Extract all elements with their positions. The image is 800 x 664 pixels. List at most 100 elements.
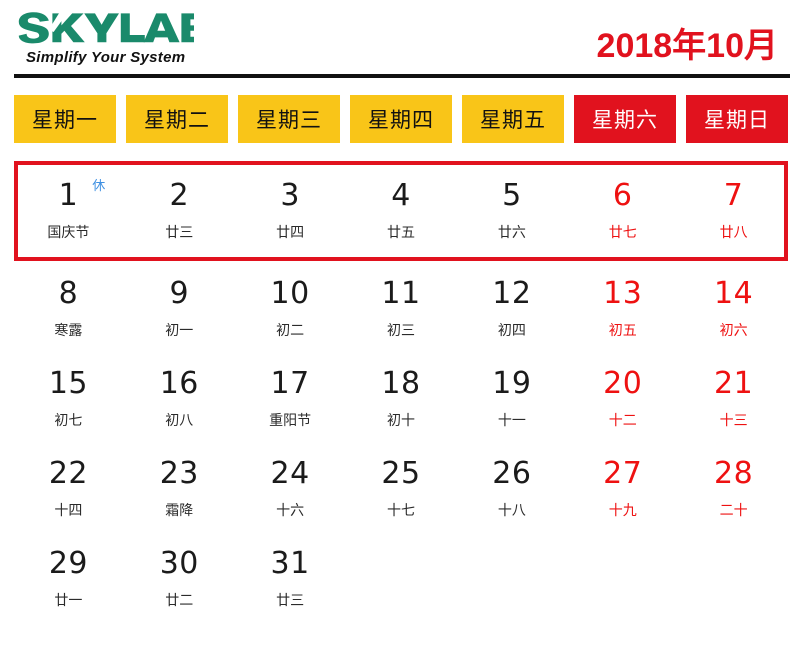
day-number: 5 <box>502 178 522 213</box>
calendar-day-cell[interactable]: 23 霜降 <box>129 445 230 527</box>
day-lunar-label: 重阳节 <box>269 412 312 428</box>
calendar-day-cell[interactable]: 11 初三 <box>351 265 452 347</box>
calendar-day-cell[interactable]: 9 初一 <box>129 265 230 347</box>
calendar-day-cell[interactable]: 31 廿三 <box>240 535 341 617</box>
calendar-day-cell[interactable]: 5 廿六 <box>461 165 562 257</box>
day-lunar-label: 初六 <box>719 322 748 338</box>
day-number: 6 <box>612 178 633 213</box>
day-lunar-label: 初一 <box>165 322 194 338</box>
calendar-week-row: 29 廿一 30 廿二 31 廿三 <box>14 531 788 621</box>
day-lunar-label: 十三 <box>719 412 748 428</box>
calendar-day-cell[interactable]: 20 十二 <box>572 355 673 437</box>
calendar-day-cell[interactable]: 13 初五 <box>572 265 673 347</box>
day-number-wrap: 3 <box>280 179 300 213</box>
day-number-wrap: 28 <box>714 457 753 491</box>
day-number-wrap: 9 <box>169 277 189 311</box>
calendar-day-cell[interactable]: 1 休国庆节 <box>18 165 119 257</box>
calendar-day-cell[interactable]: 28 二十 <box>683 445 784 527</box>
day-number-wrap: 1休 <box>58 178 106 213</box>
day-number: 3 <box>280 178 300 213</box>
day-lunar-label: 廿八 <box>719 224 748 240</box>
day-number-wrap: 21 <box>714 367 753 401</box>
calendar-day-cell[interactable]: 10 初二 <box>240 265 341 347</box>
day-number: 14 <box>713 276 754 311</box>
day-number: 10 <box>270 276 310 311</box>
calendar-day-cell[interactable]: 4 廿五 <box>351 165 452 257</box>
day-number: 22 <box>48 456 89 491</box>
calendar-day-cell[interactable]: 29 廿一 <box>18 535 119 617</box>
day-number: 9 <box>169 276 190 311</box>
day-number-wrap: 31 <box>271 547 310 581</box>
day-number: 15 <box>48 366 89 401</box>
day-number-wrap: 30 <box>160 547 199 581</box>
day-number: 26 <box>492 456 532 491</box>
day-number: 17 <box>270 366 310 401</box>
day-lunar-label: 初二 <box>276 322 305 338</box>
calendar-day-cell[interactable]: 24 十六 <box>240 445 341 527</box>
day-lunar-label: 国庆节 <box>47 224 90 240</box>
day-number-wrap: 19 <box>492 367 531 401</box>
day-number: 1 <box>58 178 79 213</box>
day-number-wrap: 6 <box>613 179 633 213</box>
calendar-day-cell[interactable]: 7 廿八 <box>683 165 784 257</box>
day-number: 7 <box>723 178 744 213</box>
day-number-wrap: 4 <box>391 179 411 213</box>
day-number-wrap: 15 <box>49 367 88 401</box>
day-number: 4 <box>391 178 411 213</box>
day-number: 23 <box>159 456 199 491</box>
skylab-logo-icon <box>18 10 194 44</box>
calendar-day-cell[interactable]: 22 十四 <box>18 445 119 527</box>
rest-day-badge: 休 <box>92 178 106 193</box>
day-lunar-label: 初八 <box>165 412 194 428</box>
day-number: 31 <box>270 546 310 581</box>
calendar-day-cell[interactable]: 14 初六 <box>683 265 784 347</box>
header-divider <box>14 74 790 78</box>
day-lunar-label: 十二 <box>608 412 637 428</box>
calendar-day-cell[interactable]: 8 寒露 <box>18 265 119 347</box>
day-number: 18 <box>381 366 421 401</box>
calendar-day-cell[interactable]: 25 十七 <box>351 445 452 527</box>
day-lunar-label: 廿一 <box>54 592 83 608</box>
calendar-day-cell[interactable]: 26 十八 <box>461 445 562 527</box>
calendar-day-cell[interactable]: 15 初七 <box>18 355 119 437</box>
day-number-wrap: 2 <box>169 179 189 213</box>
calendar-day-cell[interactable]: 12 初四 <box>461 265 562 347</box>
weekday-header-6: 星期六 <box>574 95 676 143</box>
day-lunar-label: 廿四 <box>276 224 305 240</box>
weekday-header-1: 星期一 <box>14 95 116 143</box>
weekday-header-7: 星期日 <box>686 95 788 143</box>
calendar-day-cell[interactable]: 30 廿二 <box>129 535 230 617</box>
day-number: 24 <box>270 456 310 491</box>
calendar-day-cell[interactable]: 6 廿七 <box>572 165 673 257</box>
day-number: 28 <box>713 456 754 491</box>
weekday-header-3: 星期三 <box>238 95 340 143</box>
calendar-week-row-highlighted: 1 休国庆节 2 廿三 3 廿四 4 廿五 5 廿六 6 廿七 7 廿八 <box>14 161 788 261</box>
day-lunar-label: 初七 <box>54 412 83 428</box>
day-number-wrap: 20 <box>603 367 642 401</box>
calendar-day-cell[interactable]: 18 初十 <box>351 355 452 437</box>
calendar-week-row: 8 寒露 9 初一 10 初二 11 初三 12 初四 13 初五 14 初六 <box>14 261 788 351</box>
weekday-header-2: 星期二 <box>126 95 228 143</box>
day-lunar-label: 霜降 <box>165 502 194 518</box>
month-title: 2018年10月 <box>596 27 778 65</box>
calendar-day-cell[interactable]: 16 初八 <box>129 355 230 437</box>
day-number-wrap: 26 <box>492 457 531 491</box>
day-number: 29 <box>48 546 89 581</box>
day-number-wrap: 27 <box>603 457 642 491</box>
calendar-page: Simplify Your System 2018年10月 星期一 星期二 星期三星… <box>0 0 800 664</box>
calendar-day-cell[interactable]: 3 廿四 <box>240 165 341 257</box>
day-lunar-label: 十八 <box>497 502 526 518</box>
calendar-day-cell[interactable]: 2 廿三 <box>129 165 230 257</box>
calendar-day-cell[interactable]: 27 十九 <box>572 445 673 527</box>
day-number-wrap: 13 <box>603 277 642 311</box>
calendar-day-cell[interactable]: 17 重阳节 <box>240 355 341 437</box>
weekday-header-4: 星期四 <box>350 95 452 143</box>
day-number: 12 <box>492 276 532 311</box>
day-lunar-label: 初四 <box>497 322 526 338</box>
day-number-wrap: 23 <box>160 457 199 491</box>
calendar-day-cell[interactable]: 19 十一 <box>461 355 562 437</box>
day-number-wrap: 18 <box>381 367 420 401</box>
day-number-wrap: 5 <box>502 179 522 213</box>
calendar-day-cell[interactable]: 21 十三 <box>683 355 784 437</box>
day-number-wrap: 7 <box>724 179 744 213</box>
